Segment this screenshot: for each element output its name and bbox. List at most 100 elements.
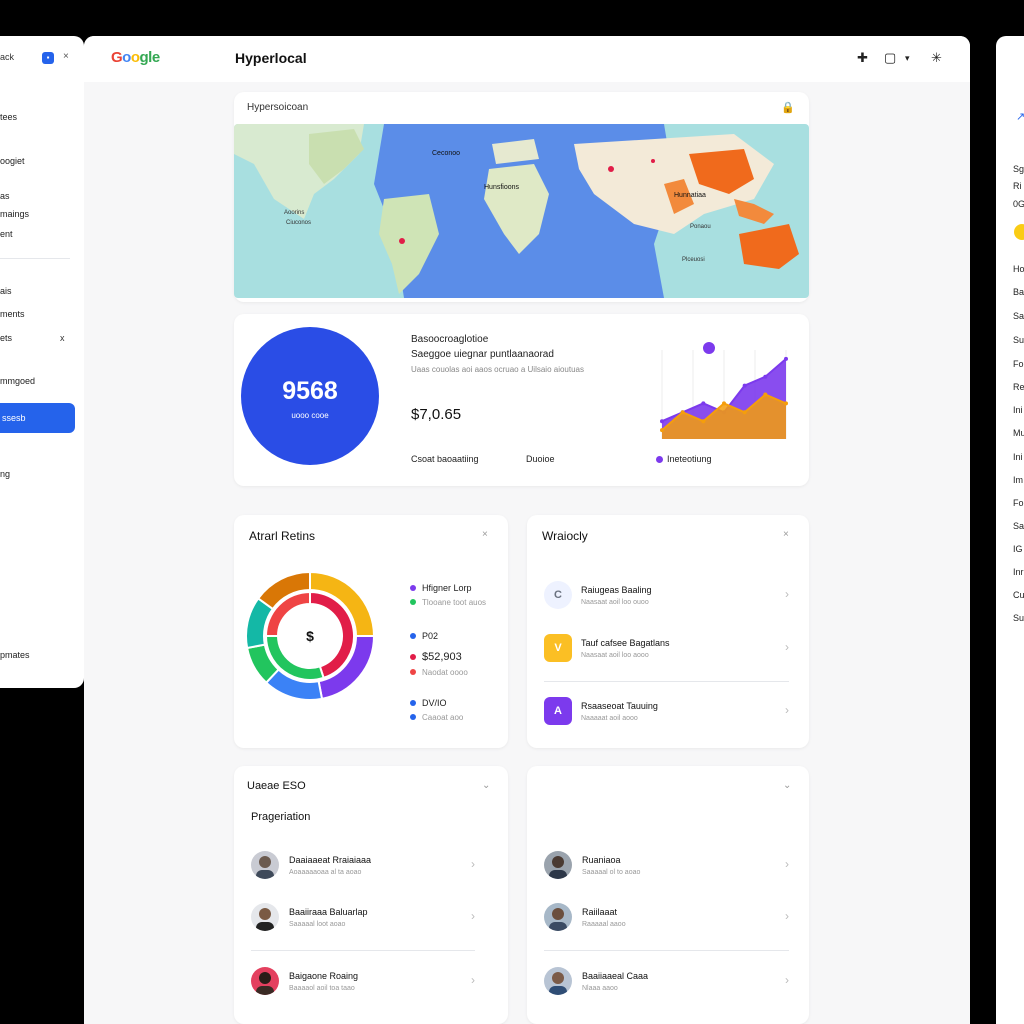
stats-footer-label[interactable]: Csoat baoaatiing [411,454,479,464]
returns-card: Atrarl Retins × $ Hfigner Lorp Tlooane t… [234,515,508,748]
left-panel-item[interactable]: ais [0,286,12,296]
trend-legend: Ineteotiung [656,454,712,464]
left-panel-item[interactable]: ments [0,309,25,319]
total-value-circle[interactable]: 9568 uooo cooe [241,327,379,465]
world-map[interactable]: Ceconoo Hunnatiaa Hunsfioons Aoorins Ciu… [234,124,809,298]
left-panel-active-item[interactable]: ssesb [0,403,75,433]
right-panel-item[interactable]: Sa [1013,311,1024,321]
close-icon[interactable]: × [783,529,789,540]
left-panel-item[interactable]: pmates [0,650,30,660]
item-subtitle: Naasaat aoil loo ouoo [581,599,649,606]
close-icon[interactable]: × [63,51,69,62]
person-row[interactable]: Baaiiaaeal Caaa Nlaaa aaoo › [544,967,789,999]
right-panel-item[interactable]: Ini [1013,405,1023,415]
map-label: Aoorins [284,210,305,216]
trend-point [701,419,706,424]
item-subtitle: Naasaat aoil loo aooo [581,652,649,659]
expand-icon[interactable]: ↗ [1016,110,1024,123]
left-panel-header: ack ▪ × [0,51,84,66]
window-icon[interactable]: ▢ [884,50,896,66]
left-panel-item[interactable]: ets [0,333,12,343]
settings-icon[interactable]: ✳ [931,50,942,66]
person-row[interactable]: Baigaone Roaing Baaaaol aoil toa taao › [251,967,475,999]
person-detail: Aoaaaaaoaa al ta aoao [289,869,362,876]
person-row[interactable]: Baaiiraaa Baluarlap Saaaaal loot aoao › [251,903,475,935]
person-detail: Raaaaal aaoo [582,921,626,928]
trend-chart[interactable] [654,342,794,447]
right-panel-item[interactable]: Ini [1013,452,1023,462]
left-panel-item[interactable]: oogiet [0,156,25,166]
chevron-right-icon: › [471,909,475,923]
right-panel-item[interactable]: Ho [1013,264,1024,274]
chat-icon[interactable]: ▪ [42,52,54,64]
person-row[interactable]: Ruaniaoa Saaaaal ol to aoao › [544,851,789,883]
right-panel-item[interactable]: Im [1013,475,1023,485]
avatar [544,967,572,995]
stats-footer-label[interactable]: Duoioe [526,454,555,464]
left-panel-item[interactable]: ng [0,469,10,479]
right-panel-item[interactable]: Fo [1013,498,1024,508]
trend-point [742,410,747,415]
item-title: Rsaaseoat Tauuing [581,701,658,711]
person-row[interactable]: Raiilaaat Raaaaal aaoo › [544,903,789,935]
right-panel-item[interactable]: Mu [1013,428,1024,438]
close-icon[interactable]: × [482,529,488,540]
chevron-right-icon: › [471,857,475,871]
map-pin-icon [399,238,405,244]
divider [544,681,789,682]
map-label: Hunnatiaa [674,192,706,199]
person-name: Ruaniaoa [582,855,621,865]
chevron-down-icon[interactable]: ▾ [905,53,910,64]
weekly-card: Wraiocly × C Raiugeas Baaling Naasaat ao… [527,515,809,748]
expand-icon[interactable]: ⌄ [482,780,490,791]
stats-subheading: Saeggoe uiegnar puntlaanaorad [411,349,554,360]
list-item[interactable]: A Rsaaseoat Tauuing Naaaaat aoil aooo › [544,697,789,733]
trend-point [680,410,685,415]
right-panel-item[interactable]: Su [1013,613,1024,623]
chevron-right-icon: › [785,640,789,654]
google-logo[interactable]: Google [111,49,160,66]
left-panel-item[interactable]: tees [0,112,17,122]
chevron-right-icon: › [785,973,789,987]
left-panel-item[interactable]: as [0,191,10,201]
trend-point [660,428,664,433]
right-panel-item[interactable]: Inr [1013,567,1024,577]
left-panel-item-close[interactable]: x [60,333,65,343]
right-panel-item[interactable]: Sg [1013,164,1024,174]
item-title: Raiugeas Baaling [581,585,652,595]
list-item[interactable]: C Raiugeas Baaling Naasaat aoil loo ouoo… [544,581,789,617]
status-dot-icon [1014,224,1024,240]
avatar [251,851,279,879]
person-row[interactable]: Daaiaaeat Rraiaiaaa Aoaaaaaoaa al ta aoa… [251,851,475,883]
divider [544,950,789,951]
right-panel-item[interactable]: 0G [1013,199,1024,209]
left-panel-item[interactable]: ent [0,229,13,239]
right-panel-item[interactable]: Sa [1013,521,1024,531]
left-sidebar-panel: ack ▪ × tees oogiet as maings ent ais me… [0,36,84,688]
right-panel-item[interactable]: Fo [1013,359,1024,369]
legend-item: Tlooane toot auos [410,598,486,607]
left-panel-divider [0,258,70,259]
item-title: Tauf cafsee Bagatlans [581,638,670,648]
total-value: 9568 [282,377,338,405]
donut-chart[interactable]: $ [244,570,376,702]
right-panel-item[interactable]: Cu [1013,590,1024,600]
list-item[interactable]: V Tauf cafsee Bagatlans Naasaat aoil loo… [544,634,789,670]
lock-icon[interactable]: 🔒 [781,101,795,114]
right-panel-item[interactable]: Ri [1013,181,1022,191]
expand-icon[interactable]: ⌄ [783,780,791,791]
right-panel-item[interactable]: IG [1013,544,1023,554]
legend-item: $52,903 [410,651,462,663]
item-icon: C [544,581,572,609]
right-panel-item[interactable]: Ba [1013,287,1024,297]
trend-point [763,374,768,379]
left-panel-item[interactable]: mmgoed [0,376,35,386]
legend-item: P02 [410,631,438,641]
weekly-card-title: Wraiocly [542,529,588,543]
left-panel-item[interactable]: maings [0,209,29,219]
right-panel-item[interactable]: Re [1013,382,1024,392]
chevron-right-icon: › [785,909,789,923]
extension-icon[interactable]: ✚ [857,50,868,66]
right-panel-item[interactable]: Su [1013,335,1024,345]
chevron-right-icon: › [785,587,789,601]
